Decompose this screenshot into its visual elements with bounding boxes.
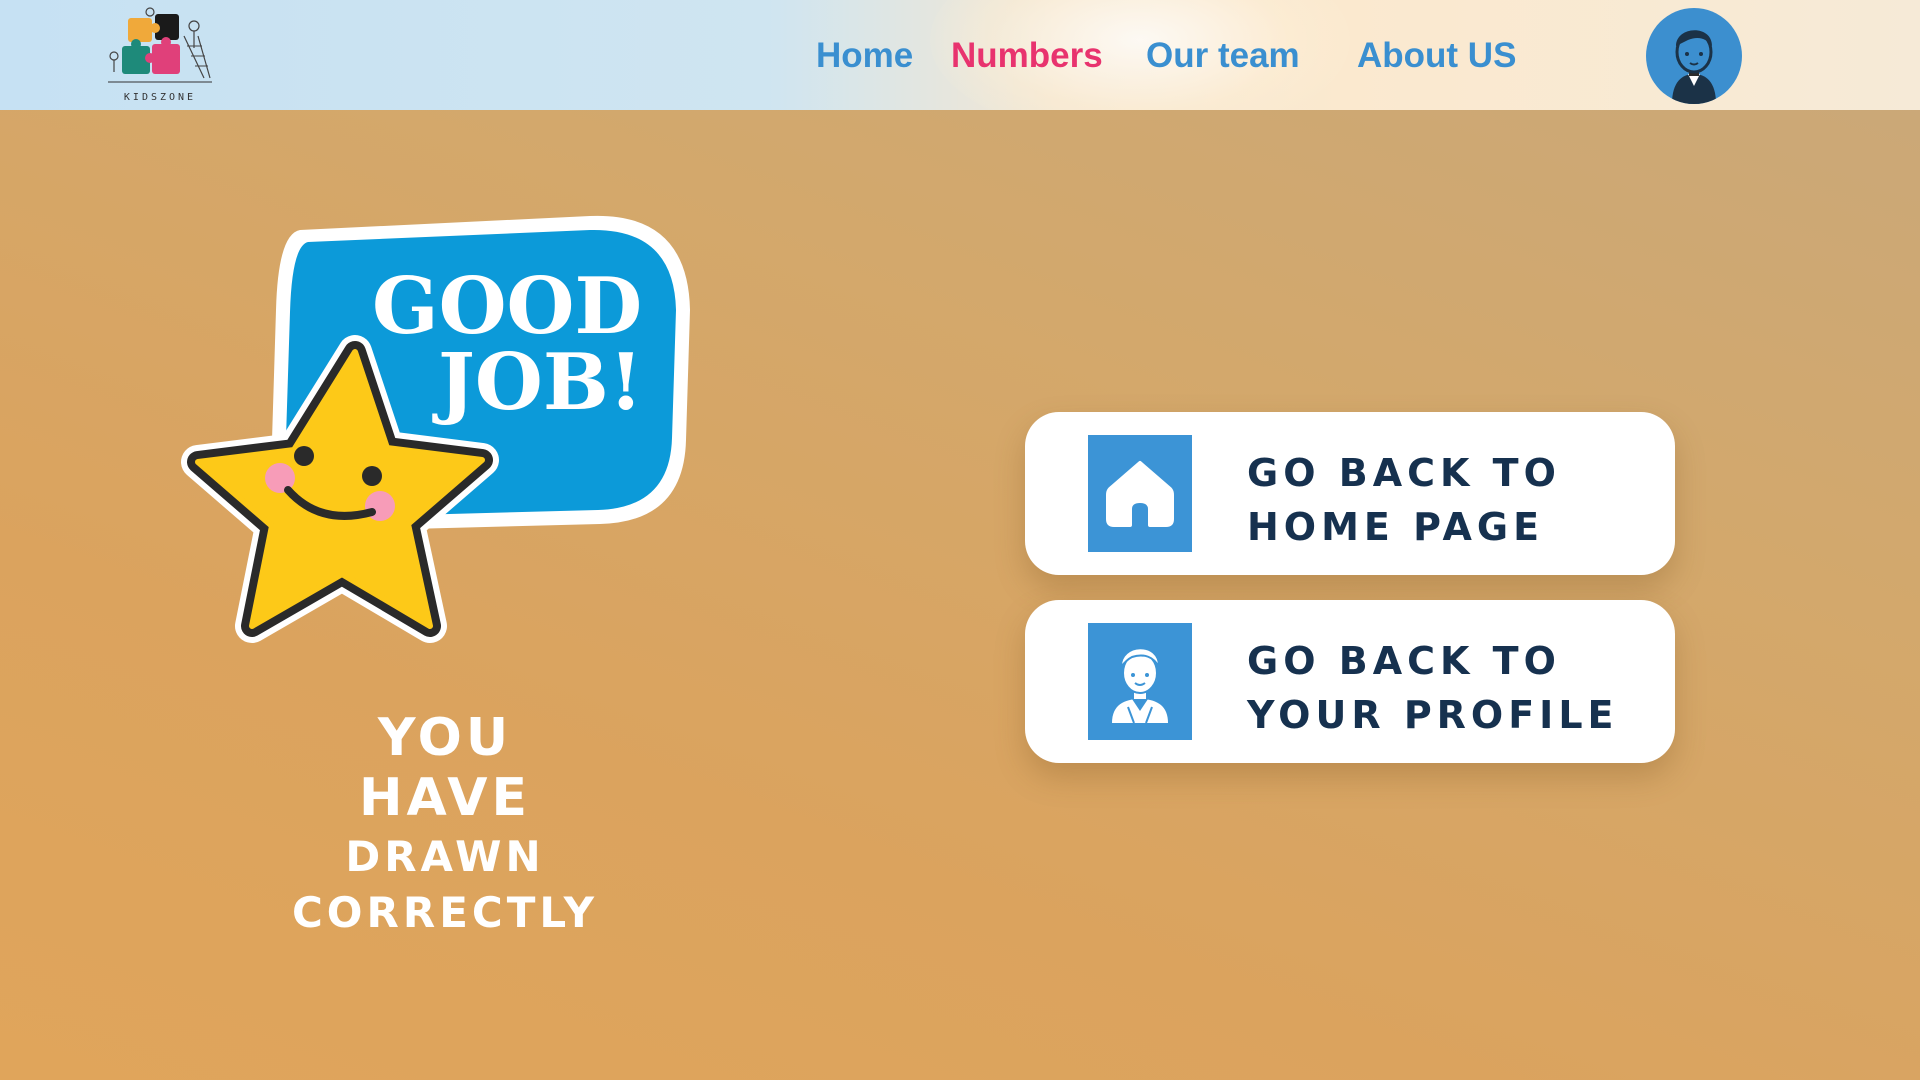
profile-avatar-icon <box>1112 647 1168 724</box>
boy-avatar-icon <box>1672 30 1716 104</box>
kidszone-logo[interactable]: KIDSZONE <box>100 6 220 106</box>
puzzle-logo-icon <box>108 7 212 83</box>
message-line-4: CORRECTLY <box>291 888 598 937</box>
go-back-home-line-2: HOME PAGE <box>1247 505 1545 549</box>
go-back-profile-button[interactable]: GO BACK TO YOUR PROFILE <box>1025 600 1675 763</box>
success-message: YOU HAVE DRAWN CORRECTLY <box>190 712 700 934</box>
message-line-3: DRAWN <box>345 832 545 881</box>
go-back-profile-line-1: GO BACK TO <box>1247 639 1561 683</box>
nav-link-our-team[interactable]: Our team <box>1146 36 1300 76</box>
top-navigation-bar: KIDSZONE Home Numbers Our team About US <box>0 0 1920 110</box>
home-icon <box>1106 461 1174 527</box>
go-back-profile-line-2: YOUR PROFILE <box>1247 693 1619 737</box>
nav-link-about-us[interactable]: About US <box>1357 36 1516 76</box>
profile-icon-box <box>1088 623 1192 740</box>
message-line-2: HAVE <box>359 768 531 828</box>
go-back-home-label: GO BACK TO HOME PAGE <box>1247 446 1667 554</box>
go-back-home-button[interactable]: GO BACK TO HOME PAGE <box>1025 412 1675 575</box>
good-job-sticker: GOOD JOB! <box>181 210 700 660</box>
home-icon-box <box>1088 435 1192 552</box>
nav-link-home[interactable]: Home <box>816 36 913 76</box>
user-avatar-button[interactable] <box>1646 8 1742 104</box>
go-back-profile-label: GO BACK TO YOUR PROFILE <box>1247 634 1667 742</box>
nav-link-numbers[interactable]: Numbers <box>951 36 1103 76</box>
smiling-star-icon <box>181 335 499 643</box>
logo-wordmark: KIDSZONE <box>123 92 197 103</box>
message-line-1: YOU <box>377 708 513 768</box>
go-back-home-line-1: GO BACK TO <box>1247 451 1561 495</box>
